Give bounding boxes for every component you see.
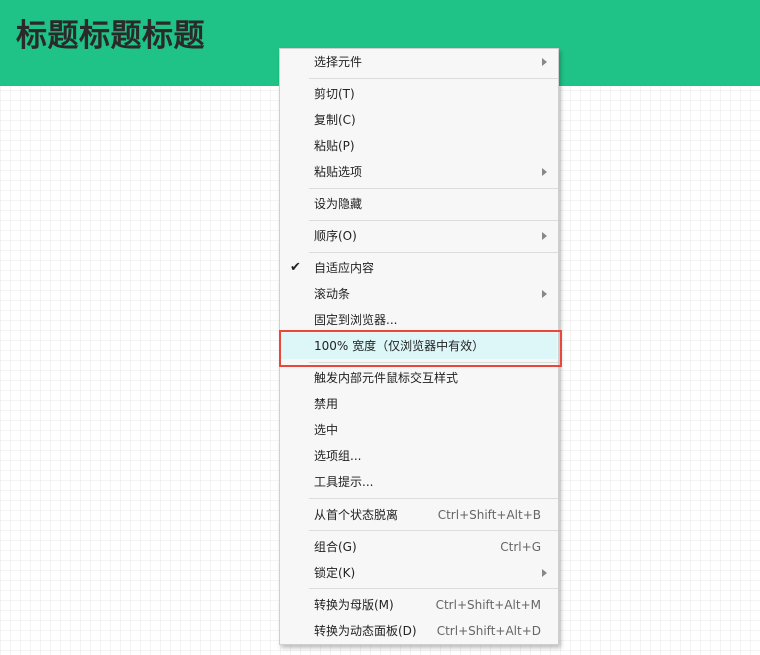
context-menu: 选择元件 剪切(T) 复制(C) 粘贴(P) 粘贴选项 设为隐藏 顺序(O) ✔… xyxy=(279,48,559,645)
menu-item-label: 剪切(T) xyxy=(314,87,355,101)
menu-item-pin-to-browser[interactable]: 固定到浏览器... xyxy=(281,307,557,333)
menu-item-label: 设为隐藏 xyxy=(314,197,363,211)
menu-item-convert-to-master[interactable]: 转换为母版(M) Ctrl+Shift+Alt+M xyxy=(281,592,557,618)
menu-separator xyxy=(309,220,558,221)
menu-item-copy[interactable]: 复制(C) xyxy=(281,107,557,133)
menu-item-option-group[interactable]: 选项组... xyxy=(281,443,557,469)
menu-item-shortcut: Ctrl+Shift+Alt+B xyxy=(437,508,541,522)
menu-item-shortcut: Ctrl+G xyxy=(500,540,541,554)
menu-item-label: 工具提示... xyxy=(314,475,374,489)
page-title: 标题标题标题 xyxy=(16,18,205,54)
menu-item-order[interactable]: 顺序(O) xyxy=(281,223,557,249)
menu-separator xyxy=(309,362,558,363)
menu-item-disable[interactable]: 禁用 xyxy=(281,391,557,417)
menu-item-label: 触发内部元件鼠标交互样式 xyxy=(314,371,459,385)
menu-item-label: 100% 宽度（仅浏览器中有效） xyxy=(314,339,485,353)
submenu-arrow-icon xyxy=(542,58,547,66)
menu-item-shortcut: Ctrl+Shift+Alt+M xyxy=(435,598,541,612)
menu-item-label: 选中 xyxy=(314,423,339,437)
menu-item-label: 转换为动态面板(D) xyxy=(314,624,417,638)
menu-item-fit-content[interactable]: ✔ 自适应内容 xyxy=(281,255,557,281)
menu-item-label: 选择元件 xyxy=(314,55,363,69)
menu-item-label: 复制(C) xyxy=(314,113,356,127)
menu-item-lock[interactable]: 锁定(K) xyxy=(281,560,557,586)
menu-item-trigger-inner-mouse-style[interactable]: 触发内部元件鼠标交互样式 xyxy=(281,365,557,391)
menu-item-tooltip[interactable]: 工具提示... xyxy=(281,469,557,495)
menu-separator xyxy=(309,530,558,531)
menu-item-paste-options[interactable]: 粘贴选项 xyxy=(281,159,557,185)
submenu-arrow-icon xyxy=(542,232,547,240)
menu-item-selected[interactable]: 选中 xyxy=(281,417,557,443)
menu-separator xyxy=(309,78,558,79)
submenu-arrow-icon xyxy=(542,569,547,577)
menu-item-label: 转换为母版(M) xyxy=(314,598,394,612)
menu-item-paste[interactable]: 粘贴(P) xyxy=(281,133,557,159)
menu-item-select-widget[interactable]: 选择元件 xyxy=(281,49,557,75)
menu-item-scrollbar[interactable]: 滚动条 xyxy=(281,281,557,307)
menu-item-label: 固定到浏览器... xyxy=(314,313,398,327)
menu-item-cut[interactable]: 剪切(T) xyxy=(281,81,557,107)
menu-item-shortcut: Ctrl+Shift+Alt+D xyxy=(436,624,541,638)
menu-item-label: 粘贴(P) xyxy=(314,139,355,153)
menu-item-set-hidden[interactable]: 设为隐藏 xyxy=(281,191,557,217)
menu-item-label: 组合(G) xyxy=(314,540,357,554)
menu-item-break-away-first-state[interactable]: 从首个状态脱离 Ctrl+Shift+Alt+B xyxy=(281,502,557,528)
menu-separator xyxy=(309,252,558,253)
menu-item-label: 选项组... xyxy=(314,449,362,463)
menu-separator xyxy=(309,188,558,189)
menu-item-label: 禁用 xyxy=(314,397,339,411)
menu-item-full-width[interactable]: 100% 宽度（仅浏览器中有效） xyxy=(281,333,557,359)
menu-item-group[interactable]: 组合(G) Ctrl+G xyxy=(281,534,557,560)
menu-item-label: 从首个状态脱离 xyxy=(314,508,399,522)
menu-separator xyxy=(309,498,558,499)
menu-separator xyxy=(309,588,558,589)
submenu-arrow-icon xyxy=(542,168,547,176)
menu-item-label: 顺序(O) xyxy=(314,229,357,243)
menu-item-label: 锁定(K) xyxy=(314,566,356,580)
menu-item-convert-to-dynamic-panel[interactable]: 转换为动态面板(D) Ctrl+Shift+Alt+D xyxy=(281,618,557,644)
checkmark-icon: ✔ xyxy=(290,260,301,275)
menu-item-label: 滚动条 xyxy=(314,287,351,301)
submenu-arrow-icon xyxy=(542,290,547,298)
menu-item-label: 粘贴选项 xyxy=(314,165,363,179)
menu-item-label: 自适应内容 xyxy=(314,261,375,275)
